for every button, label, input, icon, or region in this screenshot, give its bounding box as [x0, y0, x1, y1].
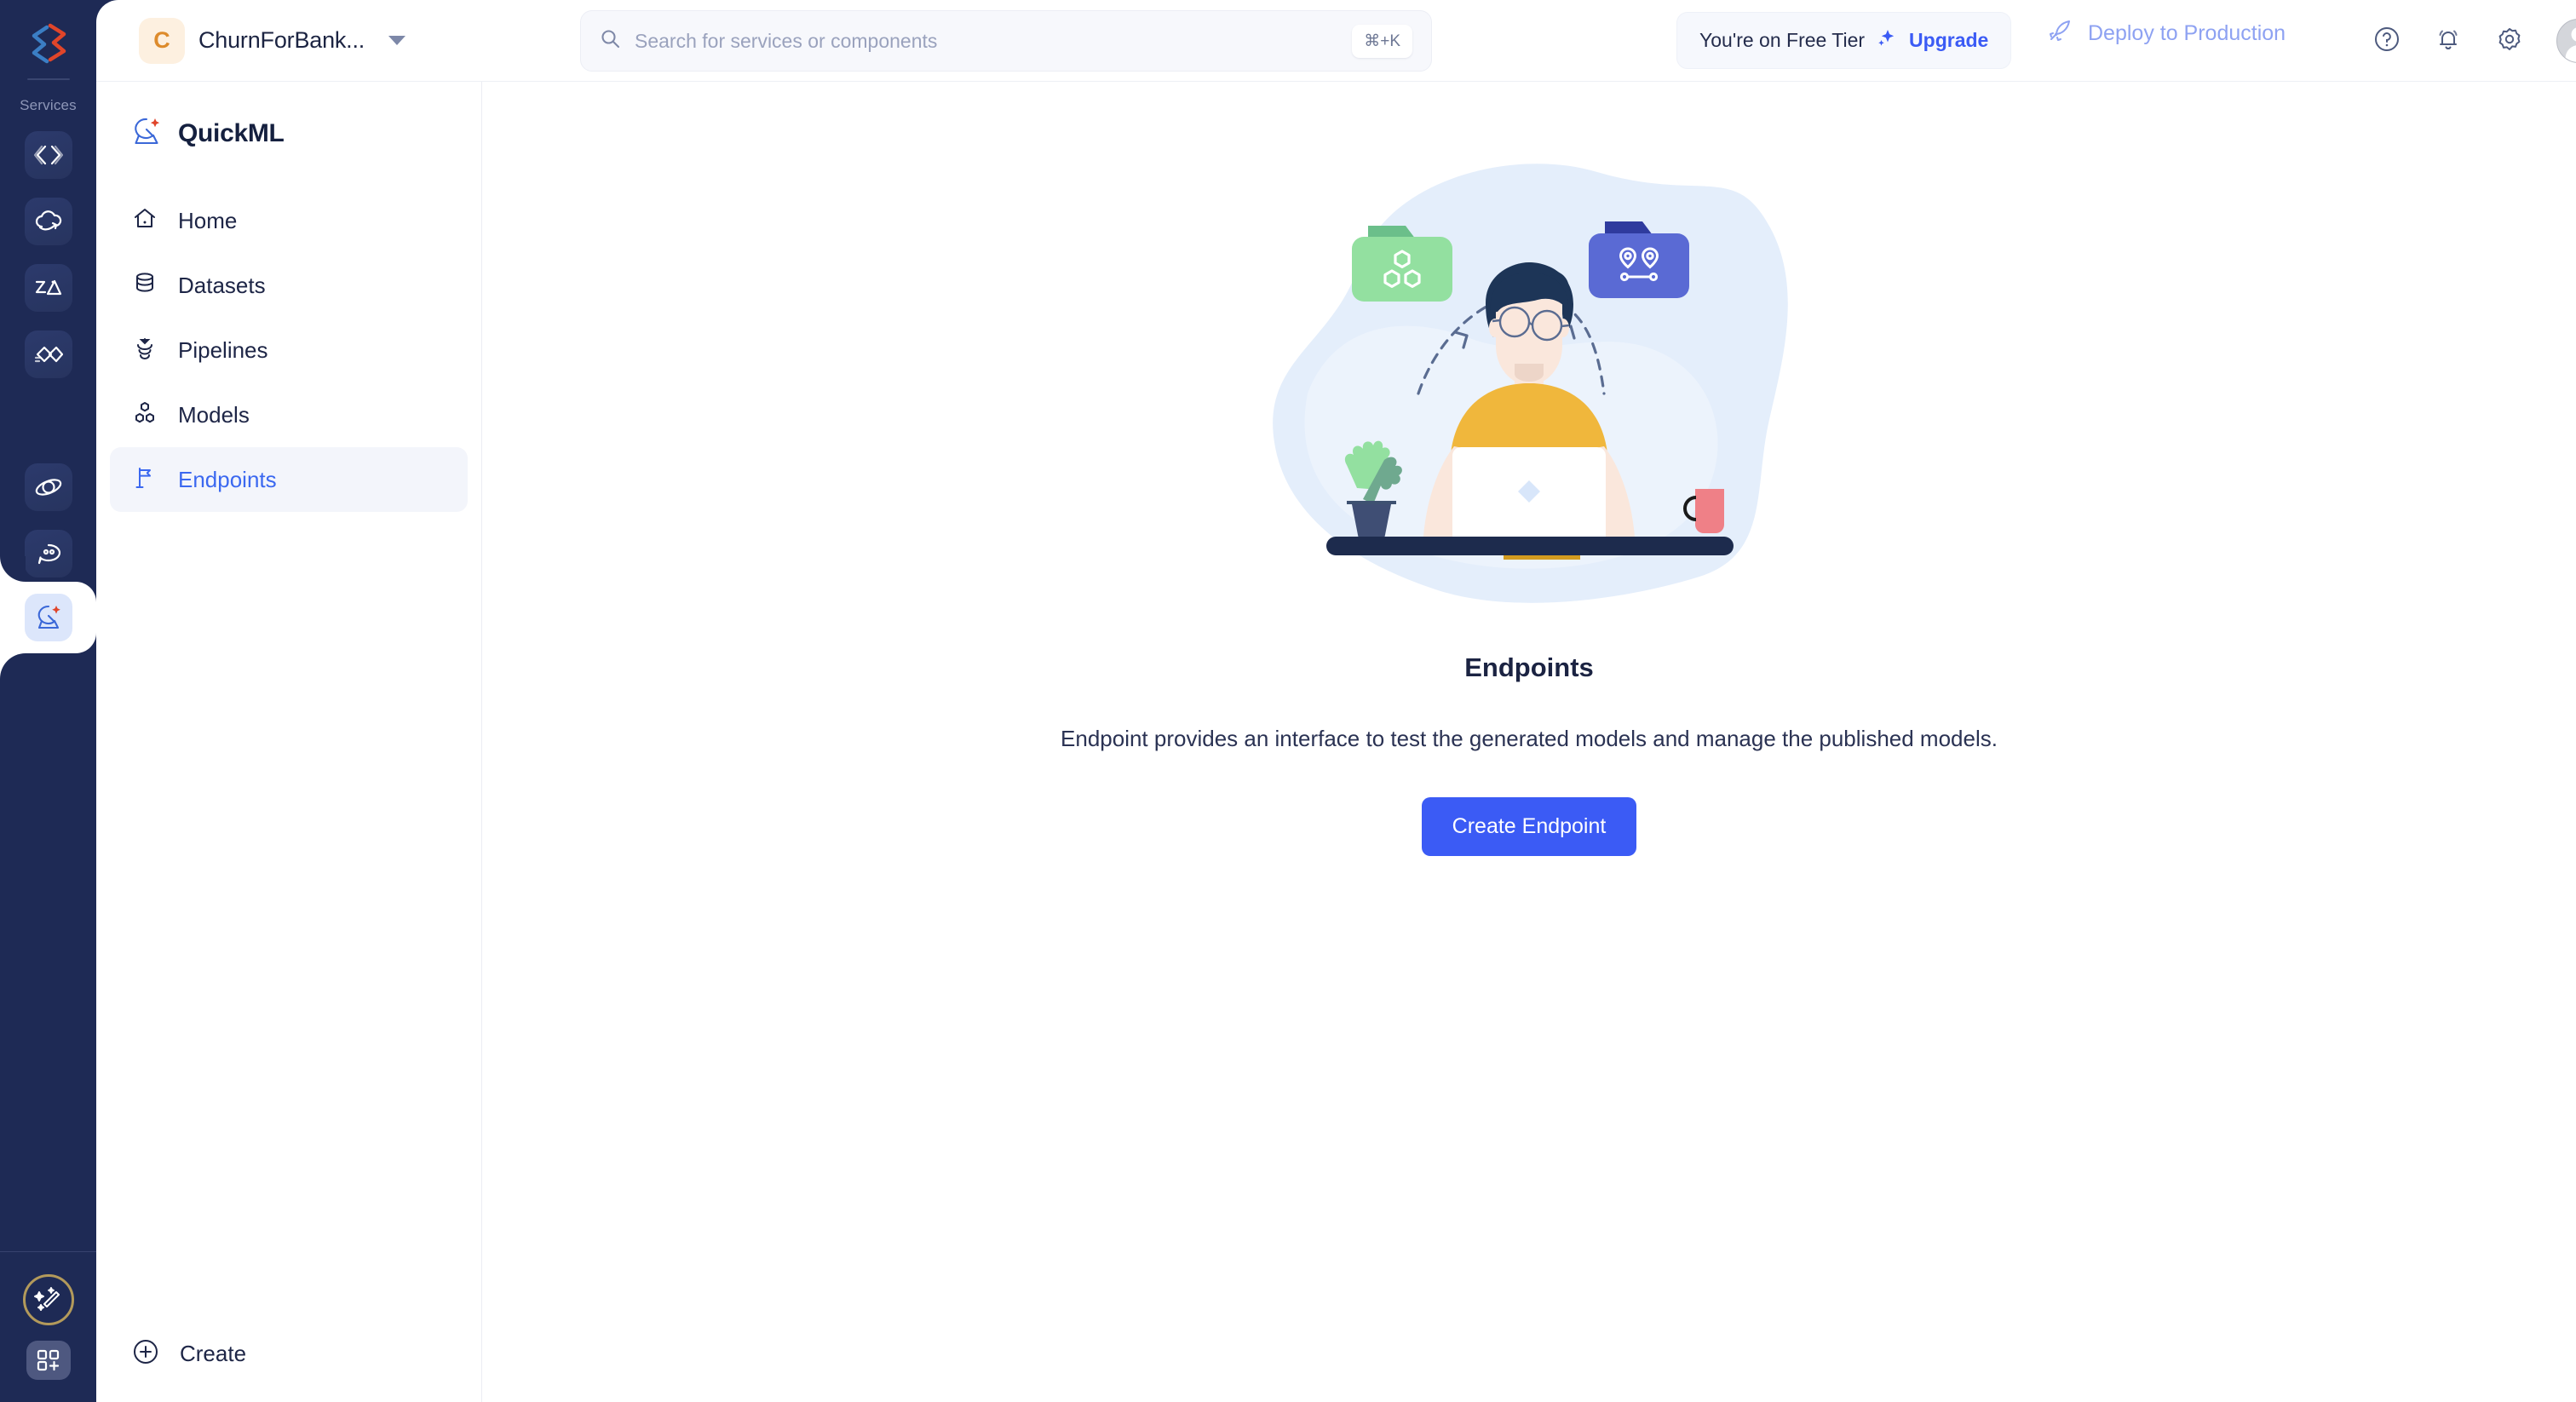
- grid-plus-icon[interactable]: [26, 1341, 71, 1380]
- sidebar-item-endpoints[interactable]: Endpoints: [110, 447, 468, 512]
- orbit-icon[interactable]: [24, 463, 72, 511]
- search-placeholder: Search for services or components: [635, 29, 938, 52]
- code-brackets-icon[interactable]: [24, 131, 72, 179]
- sidebar-item-pipelines[interactable]: Pipelines: [110, 318, 468, 382]
- rail-services-label: Services: [20, 97, 77, 113]
- sidebar-item-label: Datasets: [178, 272, 266, 298]
- sidebar-item-label: Home: [178, 207, 238, 233]
- rail-pocket-cap-top: [0, 556, 26, 582]
- top-bar: C ChurnForBank... Search for services or…: [96, 0, 2576, 82]
- sparkle-icon: [1877, 28, 1897, 53]
- database-icon: [132, 271, 158, 301]
- tier-text: You're on Free Tier: [1699, 29, 1866, 51]
- gear-icon[interactable]: [2495, 25, 2524, 58]
- quickml-sidebar: QuickML Home Datasets Pipelines Models E…: [96, 82, 482, 1402]
- create-label: Create: [180, 1341, 247, 1366]
- rail-active-item-quickml[interactable]: [0, 582, 96, 653]
- help-circle-icon[interactable]: [2372, 25, 2401, 58]
- empty-state-description: Endpoint provides an interface to test t…: [1061, 726, 1998, 751]
- image-stack-icon[interactable]: [24, 264, 72, 312]
- create-button[interactable]: Create: [130, 1336, 246, 1371]
- endpoints-empty-state-illustration: [1256, 112, 1802, 641]
- rocket-icon: [2047, 19, 2073, 49]
- funnel-icon: [132, 336, 158, 365]
- bell-icon[interactable]: [2434, 25, 2463, 58]
- app-root: Services C ChurnForBank... Search for se…: [0, 0, 2576, 1402]
- rail-bottom-group: [0, 1251, 96, 1402]
- models-nodes-icon: [132, 400, 158, 430]
- user-avatar[interactable]: [2556, 19, 2576, 63]
- cloud-arrow-icon[interactable]: [24, 198, 72, 245]
- sidebar-item-datasets[interactable]: Datasets: [110, 253, 468, 318]
- flag-icon: [132, 465, 158, 495]
- search-input[interactable]: Search for services or components ⌘+K: [580, 10, 1432, 72]
- org-avatar: C: [139, 17, 185, 64]
- magic-wand-icon[interactable]: [22, 1274, 74, 1325]
- search-shortcut-badge: ⌘+K: [1352, 24, 1412, 58]
- free-tier-upgrade-chip[interactable]: You're on Free Tier Upgrade: [1676, 12, 2012, 69]
- deploy-label: Deploy to Production: [2088, 21, 2286, 45]
- sidebar-item-label: Pipelines: [178, 336, 268, 363]
- deploy-to-production-button[interactable]: Deploy to Production: [2047, 19, 2286, 49]
- rail-icon-list: [24, 131, 72, 577]
- chevron-down-icon[interactable]: [388, 36, 406, 45]
- sidebar-item-models[interactable]: Models: [110, 382, 468, 447]
- brand-name: QuickML: [178, 118, 285, 147]
- service-rail: Services: [0, 0, 96, 1402]
- org-name: ChurnForBank...: [198, 27, 365, 53]
- main-content: Endpoints Endpoint provides an interface…: [482, 82, 2576, 1402]
- rail-bottom-divider: [0, 1251, 96, 1252]
- sidebar-nav: Home Datasets Pipelines Models Endpoints: [96, 188, 481, 512]
- sidebar-item-home[interactable]: Home: [110, 188, 468, 253]
- rail-pocket-cap-bottom: [0, 653, 26, 679]
- quickml-brand: QuickML: [130, 116, 481, 151]
- sidebar-item-label: Endpoints: [178, 466, 277, 492]
- page-title: Endpoints: [1464, 652, 1594, 682]
- upgrade-link[interactable]: Upgrade: [1909, 29, 1988, 52]
- quickml-sparkle-icon: [130, 116, 163, 151]
- home-icon: [132, 206, 158, 236]
- create-endpoint-button[interactable]: Create Endpoint: [1421, 796, 1637, 856]
- plus-circle-icon: [130, 1336, 161, 1371]
- sidebar-item-label: Models: [178, 401, 250, 428]
- quickml-sparkle-icon[interactable]: [24, 594, 72, 641]
- search-icon: [600, 28, 621, 54]
- double-chevron-icon[interactable]: [24, 330, 72, 378]
- rail-divider: [26, 78, 70, 80]
- org-switcher[interactable]: C ChurnForBank...: [139, 17, 406, 64]
- chat-bubble-icon[interactable]: [24, 530, 72, 577]
- zoho-logo-icon[interactable]: [25, 19, 72, 66]
- topbar-icon-group: [2372, 19, 2576, 63]
